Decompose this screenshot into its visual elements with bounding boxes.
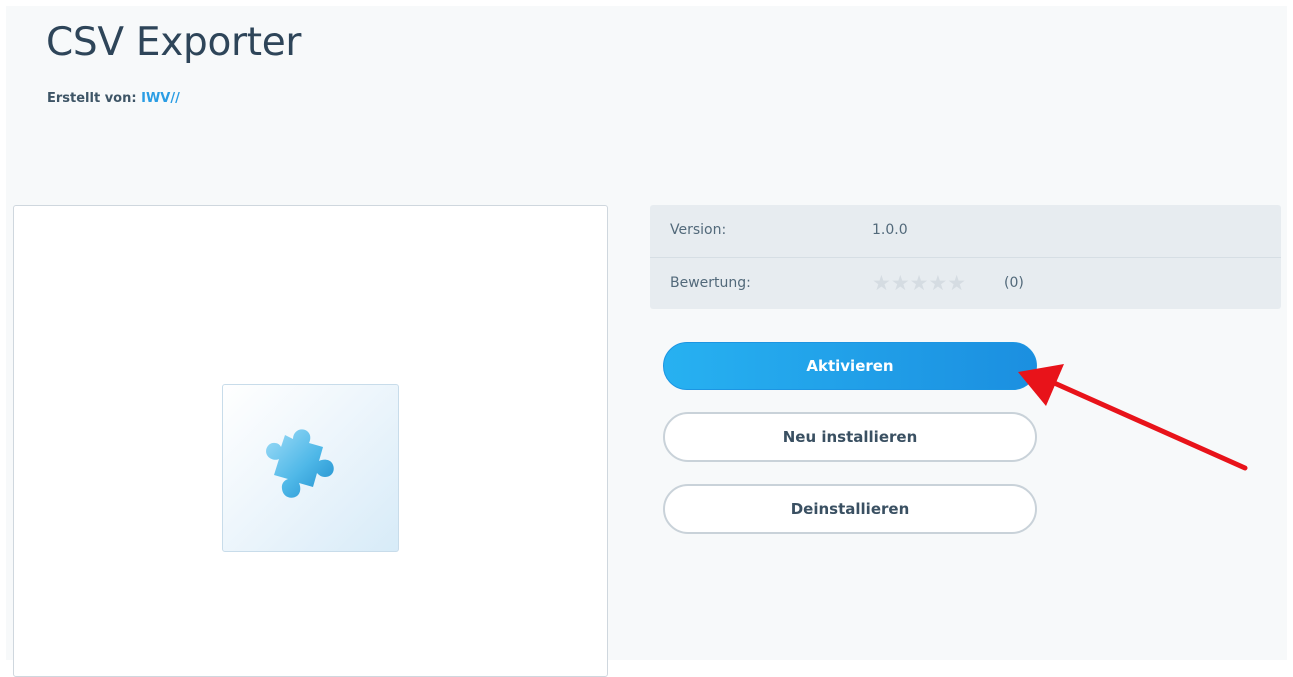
page-title: CSV Exporter (46, 20, 302, 65)
rating-stars: ★★★★★ (872, 271, 967, 295)
red-arrow-annotation-icon (1018, 364, 1248, 471)
plugin-thumbnail (222, 384, 399, 552)
plugin-details-table: Version: 1.0.0 Bewertung: ★★★★★ (0) (650, 205, 1281, 309)
author-line: Erstellt von: IWV// (47, 91, 180, 106)
author-label: Erstellt von: (47, 91, 137, 106)
version-value: 1.0.0 (872, 222, 908, 238)
version-row: Version: 1.0.0 (650, 205, 1281, 258)
rating-count: (0) (1004, 275, 1024, 291)
activate-button[interactable]: Aktivieren (663, 342, 1037, 390)
rating-label: Bewertung: (670, 275, 751, 291)
uninstall-button[interactable]: Deinstallieren (663, 484, 1037, 534)
author-link[interactable]: IWV// (141, 91, 180, 106)
rating-row: Bewertung: ★★★★★ (0) (650, 258, 1281, 310)
puzzle-piece-icon (266, 429, 334, 498)
version-label: Version: (670, 222, 727, 238)
plugin-image-panel (13, 205, 608, 677)
reinstall-button[interactable]: Neu installieren (663, 412, 1037, 462)
